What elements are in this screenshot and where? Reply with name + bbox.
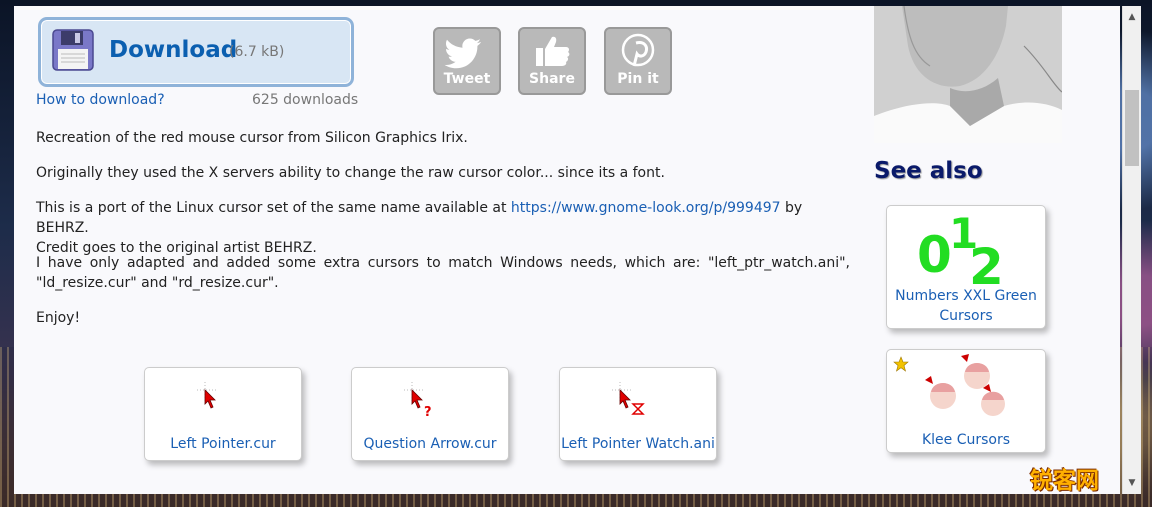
- klee-chibi-thumbnail: [925, 354, 1005, 416]
- download-count: 625 downloads: [252, 92, 359, 108]
- browser-page: Download (6.7 kB) How to download? 625 d…: [14, 6, 1120, 494]
- description-paragraph-1: Recreation of the red mouse cursor from …: [36, 130, 468, 146]
- scroll-up-arrow-icon[interactable]: ▲: [1123, 8, 1141, 26]
- thumbs-up-icon: [536, 36, 570, 66]
- p4-line-1: I have only adapted and added some extra…: [36, 255, 850, 271]
- scroll-down-arrow-icon[interactable]: ▼: [1123, 474, 1141, 492]
- cursor-card-left-pointer[interactable]: Left Pointer.cur: [144, 367, 302, 461]
- how-to-download-link[interactable]: How to download?: [36, 92, 165, 108]
- gnome-look-link[interactable]: https://www.gnome-look.org/p/999497: [511, 200, 781, 216]
- klee-cursors-title[interactable]: Klee Cursors: [887, 430, 1045, 450]
- person-silhouette-icon: [874, 6, 1062, 143]
- red-arrow-cursor-icon: [197, 382, 217, 409]
- cursor-card-question-arrow[interactable]: ? Question Arrow.cur: [351, 367, 509, 461]
- numbers-xxl-green-title-2[interactable]: Cursors: [887, 306, 1045, 326]
- description-paragraph-5: Enjoy!: [36, 310, 81, 326]
- author-avatar: [874, 6, 1062, 143]
- tweet-button[interactable]: Tweet: [433, 27, 501, 95]
- svg-text:?: ?: [424, 405, 432, 418]
- cursor-file-name[interactable]: Question Arrow.cur: [352, 436, 508, 452]
- numbers-xxl-green-title-1[interactable]: Numbers XXL Green: [887, 286, 1045, 306]
- p4-line-2: "ld_resize.cur" and "rd_resize.cur".: [36, 275, 279, 291]
- see-also-card-klee-cursors[interactable]: Klee Cursors: [886, 349, 1046, 453]
- site-watermark: 锐客网: [1030, 468, 1099, 494]
- vertical-scrollbar[interactable]: ▲ ▼: [1122, 6, 1141, 494]
- tweet-label: Tweet: [443, 71, 491, 87]
- twitter-bird-icon: [444, 38, 482, 69]
- cursor-file-name[interactable]: Left Pointer Watch.ani: [560, 436, 716, 452]
- scrollbar-thumb[interactable]: [1125, 90, 1139, 166]
- share-button[interactable]: Share: [518, 27, 586, 95]
- description-paragraph-3: This is a port of the Linux cursor set o…: [36, 198, 850, 258]
- digit-2: 2: [969, 238, 1004, 286]
- red-question-arrow-cursor-icon: ?: [404, 382, 432, 418]
- red-arrow-hourglass-cursor-icon: [612, 382, 645, 415]
- share-label: Share: [529, 71, 575, 87]
- pin-it-label: Pin it: [617, 71, 659, 87]
- see-also-heading: See also: [874, 158, 983, 184]
- description-paragraph-4: I have only adapted and added some extra…: [36, 253, 850, 293]
- download-button[interactable]: Download (6.7 kB): [38, 17, 354, 87]
- star-icon: [893, 356, 909, 372]
- pin-it-button[interactable]: Pin it: [604, 27, 672, 95]
- pinterest-icon: [621, 33, 655, 67]
- digit-0: 0: [917, 226, 952, 284]
- description-paragraph-2: Originally they used the X servers abili…: [36, 165, 665, 181]
- download-label[interactable]: Download: [109, 37, 237, 63]
- see-also-card-numbers-xxl-green[interactable]: 0 1 2 Numbers XXL Green Cursors: [886, 205, 1046, 329]
- cursor-card-left-pointer-watch[interactable]: Left Pointer Watch.ani: [559, 367, 717, 461]
- numbers-green-thumbnail: 0 1 2: [917, 210, 1004, 286]
- floppy-disk-icon: [52, 29, 94, 71]
- cursor-file-name[interactable]: Left Pointer.cur: [145, 436, 301, 452]
- download-size: (6.7 kB): [229, 44, 285, 60]
- p3-text-before: This is a port of the Linux cursor set o…: [36, 200, 511, 216]
